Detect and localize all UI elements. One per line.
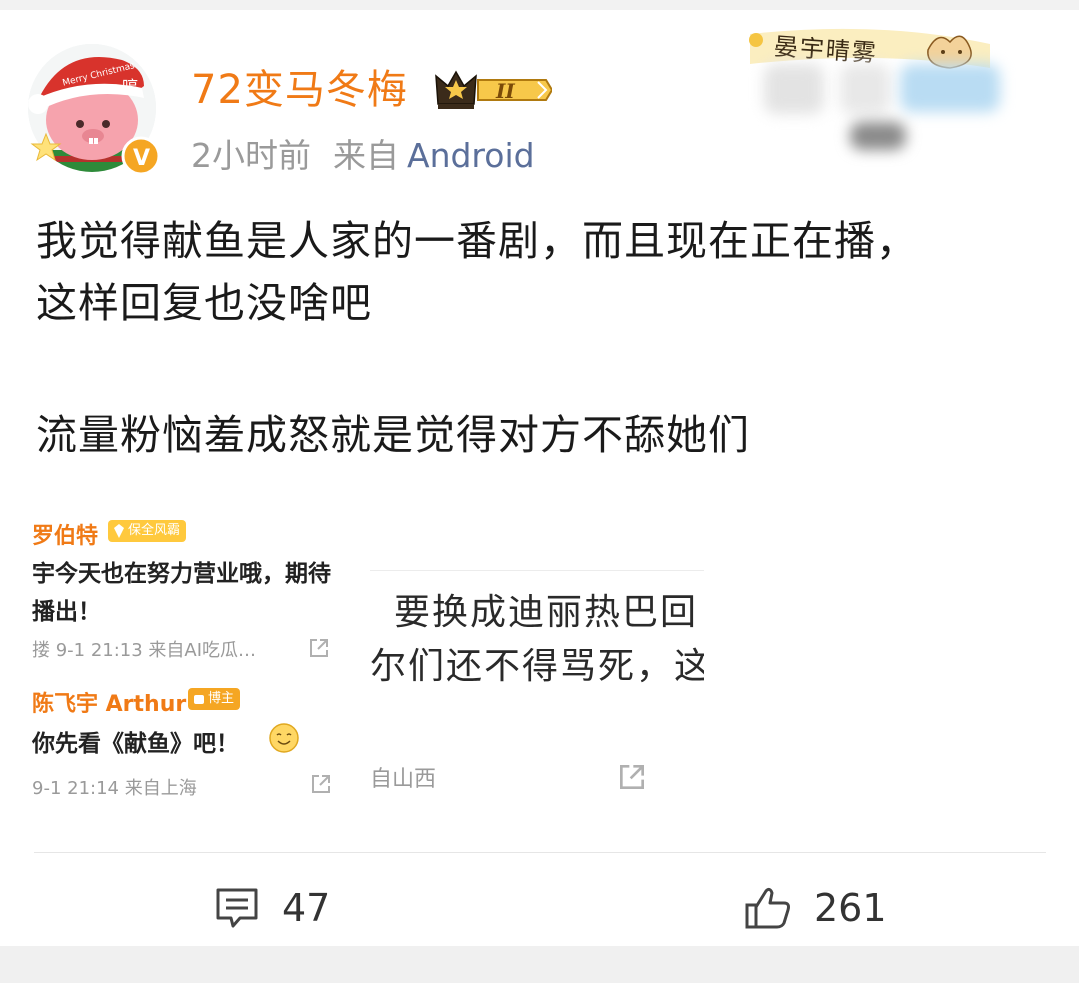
avatar-side-text: 哼 [122, 77, 138, 96]
page-bottom-gap [0, 946, 1079, 983]
comment-2-text: 你先看《献鱼》吧！ [32, 731, 239, 757]
decoration-text: 晏宇晴雾 [772, 32, 879, 68]
screenshot-2-text-line-2: 尔们还不得骂死，这 [370, 646, 704, 687]
screenshot-2-meta: 自山西 [370, 767, 437, 792]
comment-1-text-line-2: 播出！ [32, 599, 101, 625]
svg-text:V: V [133, 146, 150, 171]
share-icon[interactable] [307, 636, 331, 660]
weibo-post-card: Merry Christmas 哼 V 72变马冬梅 II 2小时前 来自 Andr… [0, 10, 1079, 946]
comment-1-text-line-1: 宇今天也在努力营业哦，期待 [32, 561, 331, 587]
post-source-device[interactable]: Android [407, 136, 535, 175]
svg-text:II: II [495, 79, 515, 103]
action-bar-divider [34, 852, 1046, 853]
like-count: 261 [814, 886, 887, 930]
embedded-screenshot-2[interactable]: 要换成迪丽热巴回 尔们还不得骂死，这 自山西 [370, 570, 704, 802]
card-decoration: 晏宇晴雾 [740, 24, 1010, 164]
comment-icon [216, 888, 258, 928]
author-avatar[interactable]: Merry Christmas 哼 V [26, 38, 166, 178]
share-icon[interactable] [309, 772, 333, 796]
comment-button[interactable]: 47 [214, 882, 330, 934]
screenshot-2-text-line-1: 要换成迪丽热巴回 [394, 592, 699, 633]
post-time: 2小时前 [191, 136, 311, 175]
comment-1-author: 罗伯特 [32, 524, 99, 549]
vip-level-badge[interactable]: II [434, 68, 554, 112]
post-body: 我觉得献鱼是人家的一番剧，而且现在正在播， 这样回复也没啥吧 [36, 210, 1046, 334]
post-text-line-2: 这样回复也没啥吧 [36, 279, 372, 327]
embedded-screenshot-1[interactable]: 罗伯特 保全风霸 宇今天也在努力营业哦，期待 播出！ 搂 9-1 21:13 来… [28, 506, 370, 802]
diamond-icon [114, 524, 124, 538]
comment-1-meta: 搂 9-1 21:13 来自AI吃瓜… [32, 640, 257, 661]
comment-1-tag: 保全风霸 [108, 520, 187, 542]
comment-count: 47 [282, 886, 331, 930]
crown-icon: II [435, 70, 554, 109]
share-icon[interactable] [616, 761, 648, 793]
thumbs-up-icon [745, 887, 790, 929]
comment-2-tag: 博主 [188, 688, 241, 710]
blogger-icon [194, 695, 204, 704]
post-text-line-1: 我觉得献鱼是人家的一番剧，而且现在正在播， [36, 217, 918, 265]
comment-2-author: 陈飞宇 Arthur [32, 692, 187, 717]
post-meta: 2小时前 来自 Android [191, 134, 535, 178]
author-name[interactable]: 72变马冬梅 [191, 64, 408, 116]
smile-emoji-icon [269, 723, 299, 753]
post-source-prefix: 来自 [333, 136, 399, 175]
like-button[interactable]: 261 [744, 882, 887, 934]
post-text-line-3: 流量粉恼羞成怒就是觉得对方不舔她们 [36, 411, 750, 459]
avatar-illustration: Merry Christmas 哼 V [28, 44, 161, 176]
comment-2-meta: 9-1 21:14 来自上海 [32, 778, 197, 799]
